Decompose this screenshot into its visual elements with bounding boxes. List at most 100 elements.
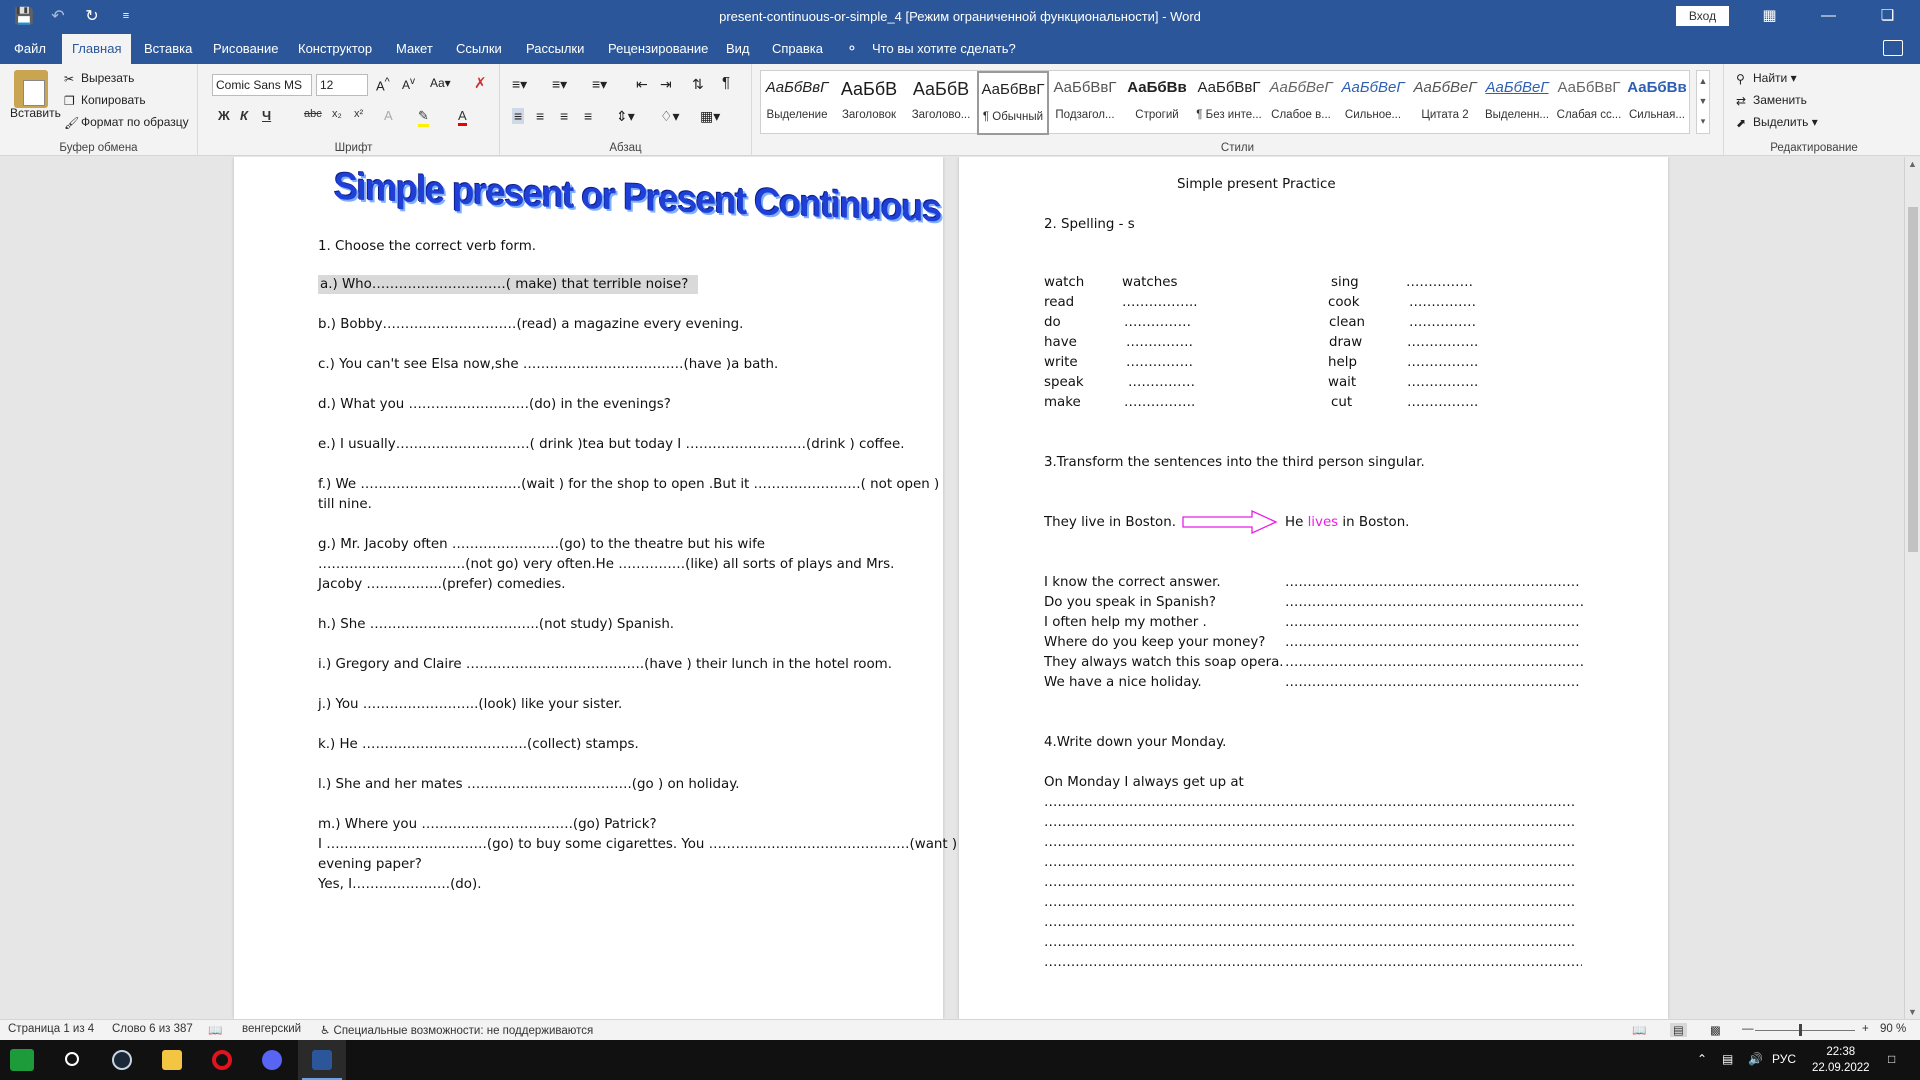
paste-button[interactable]: Вставить — [10, 106, 61, 120]
show-marks-icon[interactable]: ¶ — [722, 74, 730, 91]
taskbar-search[interactable] — [48, 1040, 96, 1080]
zoom-level[interactable]: 90 % — [1880, 1023, 1906, 1035]
comments-icon[interactable] — [1883, 40, 1903, 56]
style-subtle-reference[interactable]: АаБбВвГ Слабая сс... — [1553, 71, 1625, 135]
word-count[interactable]: Слово 6 из 387 — [112, 1023, 193, 1035]
tab-help[interactable]: Справка — [762, 34, 833, 64]
tab-insert[interactable]: Вставка — [134, 34, 202, 64]
proofing-icon[interactable]: 📖 — [208, 1023, 222, 1037]
align-center-icon[interactable]: ≡ — [536, 108, 544, 124]
restore-icon[interactable]: ❏ — [1858, 0, 1917, 34]
ribbon-display-options-icon[interactable]: ▦ — [1740, 0, 1799, 34]
zoom-out-icon[interactable]: — — [1742, 1023, 1754, 1035]
font-color-icon[interactable]: A — [458, 108, 467, 126]
increase-indent-icon[interactable]: ⇥ — [660, 76, 672, 93]
style-quote[interactable]: АаБбВеГ Цитата 2 — [1409, 71, 1481, 135]
style-intense-quote[interactable]: АаБбВеГ Выделенн... — [1481, 71, 1553, 135]
change-case-icon[interactable]: Aa▾ — [430, 76, 451, 90]
sort-icon[interactable]: ⇅ — [692, 76, 704, 93]
italic-button[interactable]: К — [240, 108, 248, 123]
taskbar-discord[interactable] — [248, 1040, 296, 1080]
style-heading1[interactable]: АаБбВ Заголовок — [833, 71, 905, 135]
numbering-icon[interactable]: ≡▾ — [552, 76, 567, 93]
borders-icon[interactable]: ▦▾ — [700, 108, 720, 125]
paste-icon[interactable] — [14, 70, 48, 108]
font-size-select[interactable]: 12 — [316, 74, 368, 96]
tab-design[interactable]: Конструктор — [288, 34, 382, 64]
taskbar-steam[interactable] — [98, 1040, 146, 1080]
style-intense-emphasis[interactable]: АаБбВеГ Сильное... — [1337, 71, 1409, 135]
taskbar-word[interactable] — [298, 1040, 346, 1080]
copy-button[interactable]: ❐ Копировать — [64, 93, 146, 108]
tab-review[interactable]: Рецензирование — [598, 34, 718, 64]
read-mode-icon[interactable]: 📖 — [1632, 1023, 1646, 1037]
cut-button[interactable]: ✂ Вырезать — [64, 71, 134, 86]
page-right[interactable]: Simple present Practice 2. Spelling - s … — [959, 157, 1668, 1019]
find-button[interactable]: ⚲ Найти ▾ — [1736, 71, 1797, 86]
zoom-in-icon[interactable]: + — [1862, 1023, 1869, 1035]
font-name-select[interactable]: Comic Sans MS — [212, 74, 312, 96]
print-layout-icon[interactable]: ▤ — [1670, 1023, 1687, 1037]
grow-font-icon[interactable]: A^ — [376, 76, 390, 93]
bullets-icon[interactable]: ≡▾ — [512, 76, 527, 93]
taskbar-explorer[interactable] — [148, 1040, 196, 1080]
minimize-icon[interactable]: — — [1799, 0, 1858, 34]
language-indicator[interactable]: венгерский — [242, 1023, 301, 1035]
tab-references[interactable]: Ссылки — [446, 34, 512, 64]
scroll-up-icon[interactable]: ▲ — [1908, 159, 1917, 169]
scrollbar-thumb[interactable] — [1908, 207, 1918, 552]
start-button[interactable] — [0, 1040, 48, 1080]
tab-layout[interactable]: Макет — [386, 34, 443, 64]
select-button[interactable]: ⬈ Выделить ▾ — [1736, 115, 1818, 130]
styles-scroll[interactable]: ▲ ▼ ▾ — [1696, 70, 1710, 134]
tab-view[interactable]: Вид — [716, 34, 760, 64]
scroll-down-icon[interactable]: ▼ — [1908, 1007, 1917, 1017]
shading-icon[interactable]: ♢▾ — [660, 108, 680, 125]
style-normal[interactable]: АаБбВвГ ¶ Обычный — [977, 71, 1049, 135]
tray-expand-icon[interactable]: ⌃ — [1697, 1052, 1707, 1066]
web-layout-icon[interactable]: ▩ — [1710, 1023, 1721, 1037]
network-icon[interactable]: ▤ — [1722, 1052, 1733, 1066]
page-left[interactable]: Simple present or Present Continuous 1. … — [234, 157, 978, 1019]
page-count[interactable]: Страница 1 из 4 — [8, 1023, 94, 1035]
replace-button[interactable]: ⇄ Заменить — [1736, 93, 1807, 108]
style-subtle-emphasis[interactable]: АаБбВеГ Слабое в... — [1265, 71, 1337, 135]
volume-icon[interactable]: 🔊 — [1748, 1052, 1763, 1066]
text-effects-icon[interactable]: A — [384, 108, 393, 123]
style-intense-reference[interactable]: АаБбВв Сильная... — [1625, 71, 1689, 135]
zoom-slider-thumb[interactable] — [1799, 1024, 1802, 1036]
style-heading2[interactable]: АаБбВ Заголово... — [905, 71, 977, 135]
taskbar-opera[interactable] — [198, 1040, 246, 1080]
align-left-icon[interactable]: ≡ — [512, 108, 525, 124]
clear-formatting-icon[interactable]: ✗ — [474, 74, 487, 92]
tab-home[interactable]: Главная — [62, 34, 132, 64]
style-no-spacing[interactable]: АаБбВвГ ¶ Без инте... — [1193, 71, 1265, 135]
format-painter-button[interactable]: 🖌 Формат по образцу — [64, 115, 189, 130]
line-spacing-icon[interactable]: ⇕▾ — [616, 108, 635, 125]
subscript-button[interactable]: x₂ — [332, 108, 342, 120]
accessibility-status[interactable]: ♿ Специальные возможности: не поддержива… — [320, 1023, 593, 1037]
notifications-icon[interactable]: □ — [1888, 1052, 1895, 1066]
clock[interactable]: 22:38 22.09.2022 — [1812, 1044, 1870, 1076]
justify-icon[interactable]: ≡ — [584, 108, 592, 124]
decrease-indent-icon[interactable]: ⇤ — [636, 76, 648, 93]
shrink-font-icon[interactable]: Av — [402, 76, 415, 92]
sign-in-button[interactable]: Вход — [1676, 6, 1729, 26]
bold-button[interactable]: Ж — [218, 108, 230, 123]
tell-me-search[interactable]: Что вы хотите сделать? — [872, 34, 1016, 64]
style-subtitle[interactable]: АаБбВвГ Подзагол... — [1049, 71, 1121, 135]
underline-button[interactable]: Ч — [262, 108, 271, 123]
input-language[interactable]: РУС — [1772, 1052, 1796, 1066]
style-strong[interactable]: АаБбВв Строгий — [1121, 71, 1193, 135]
tab-file[interactable]: Файл — [4, 34, 56, 64]
zoom-slider[interactable] — [1755, 1030, 1855, 1031]
tab-mailings[interactable]: Рассылки — [516, 34, 594, 64]
align-right-icon[interactable]: ≡ — [560, 108, 568, 124]
style-emphasis[interactable]: АаБбВвГ Выделение — [761, 71, 833, 135]
strikethrough-button[interactable]: abc — [304, 108, 322, 120]
multilevel-list-icon[interactable]: ≡▾ — [592, 76, 607, 93]
vertical-scrollbar[interactable]: ▲ ▼ — [1904, 157, 1920, 1019]
highlight-icon[interactable]: ✎ — [418, 108, 429, 127]
tab-draw[interactable]: Рисование — [203, 34, 288, 64]
superscript-button[interactable]: x² — [354, 108, 363, 120]
